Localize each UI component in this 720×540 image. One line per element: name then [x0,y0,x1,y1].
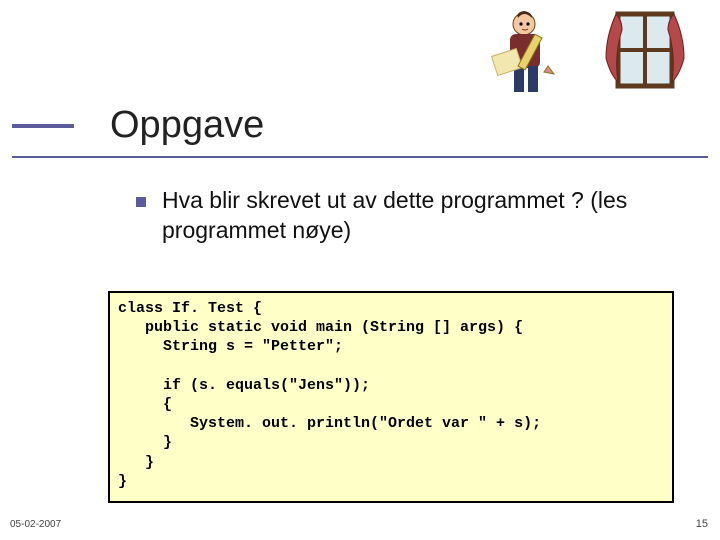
code-box: class If. Test { public static void main… [108,291,674,503]
clipart-window-icon [600,8,690,98]
bullet-row: Hva blir skrevet ut av dette programmet … [136,186,696,246]
title-underline [12,156,708,158]
clipart-man-icon [478,8,558,98]
bullet-square-icon [136,197,146,207]
accent-bar [12,124,74,128]
title-row: Oppgave [12,104,264,147]
bullet-text: Hva blir skrevet ut av dette programmet … [162,186,696,246]
slide-title: Oppgave [110,104,264,147]
footer-date: 05-02-2007 [10,519,61,530]
footer-page-number: 15 [696,518,708,530]
